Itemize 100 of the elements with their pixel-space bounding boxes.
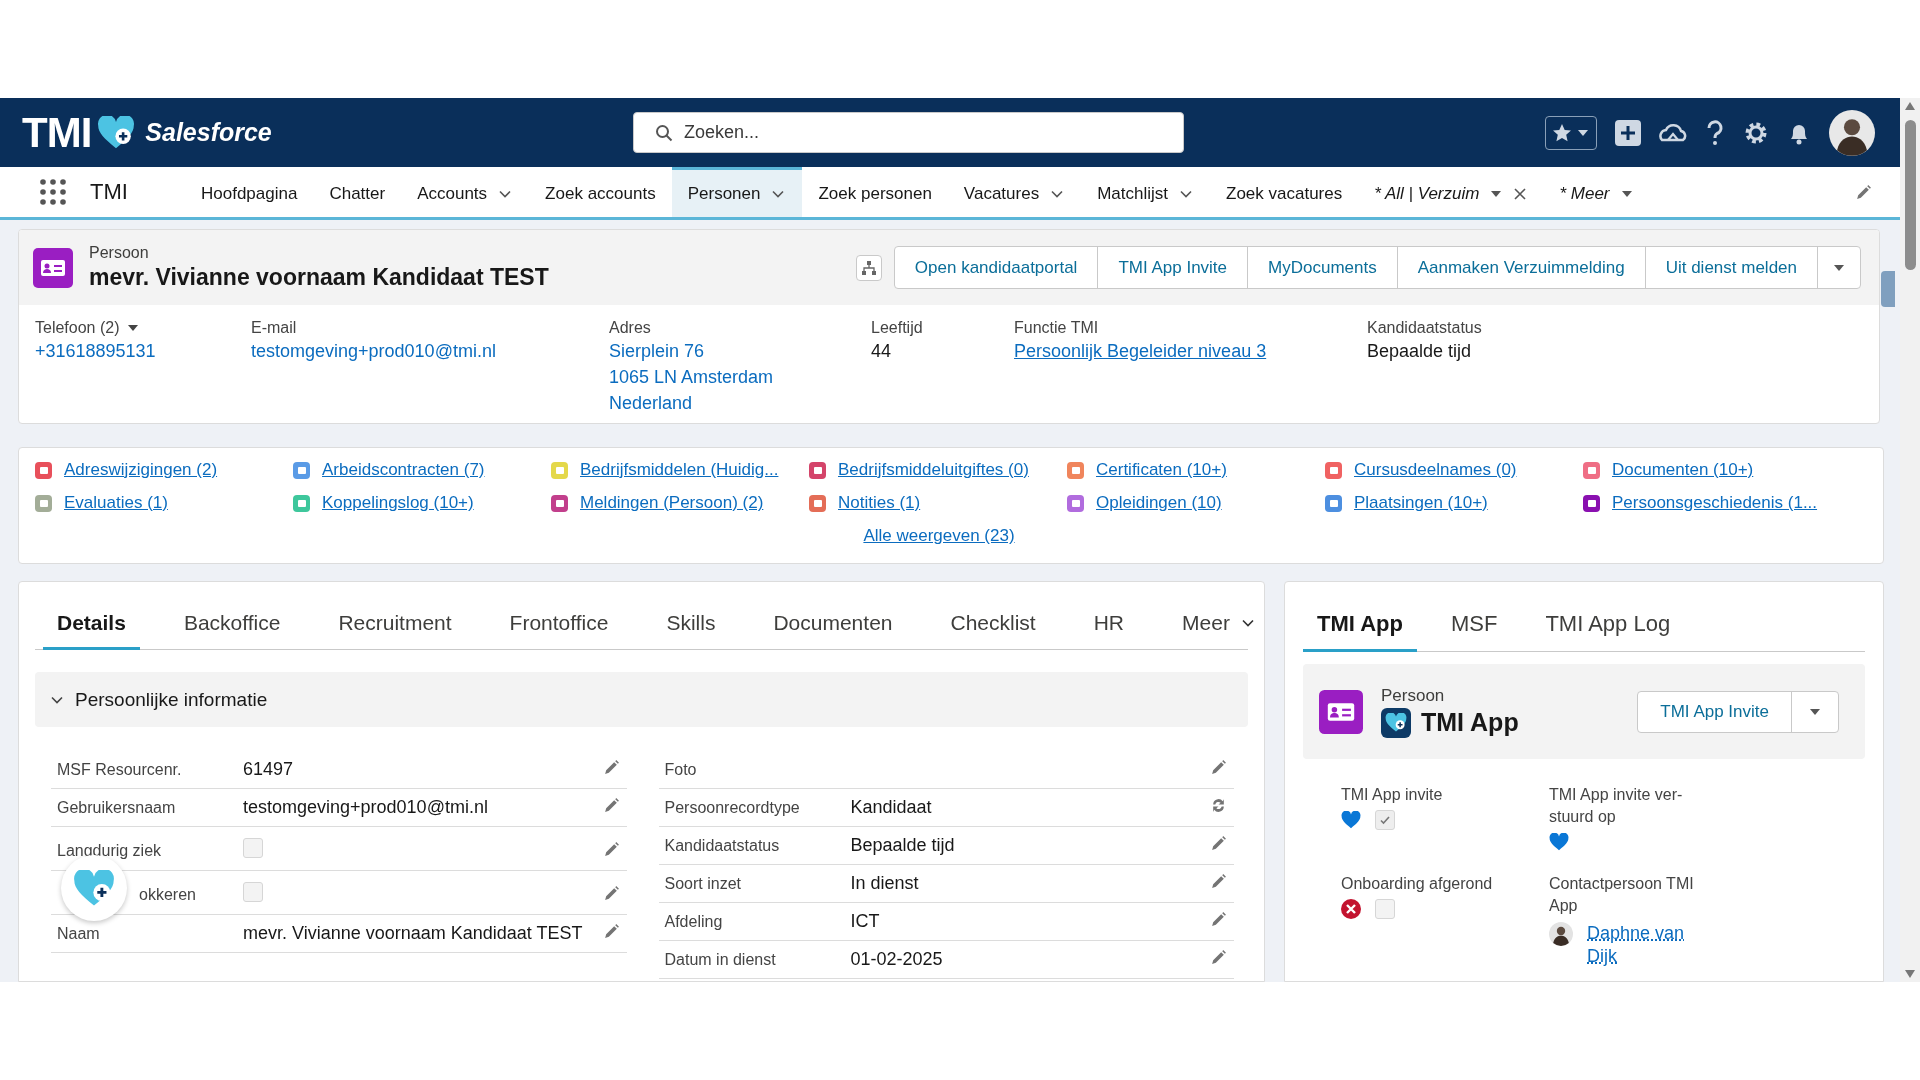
scroll-up-icon[interactable] (1905, 102, 1915, 110)
field-link[interactable]: Sierplein 76 (609, 341, 705, 362)
field-value: testomgeving+prod010@tmi.nl (243, 797, 489, 817)
favorites-button[interactable] (1545, 115, 1597, 150)
checkbox[interactable] (1375, 810, 1395, 831)
nav-tab[interactable]: Chatter (313, 167, 402, 217)
tab[interactable]: Documenten (759, 611, 907, 650)
close-icon[interactable] (1513, 186, 1528, 201)
field-link[interactable]: testomgeving+prod010@tmi.nl (251, 341, 496, 362)
hierarchy-icon (861, 260, 876, 275)
related-list-link[interactable]: Bedrijfsmiddeluitgiftes (0) (838, 460, 1029, 480)
field-label: Kandidaatstatus (1367, 319, 1482, 337)
related-list-link[interactable]: Cursusdeelnames (0) (1354, 460, 1517, 480)
tab[interactable]: Frontoffice (495, 611, 623, 650)
field-value: Bepaalde tijd (1367, 341, 1472, 362)
nav-tab[interactable]: Hoofdpagina (185, 167, 314, 217)
nav-tab[interactable]: Personen (671, 167, 803, 217)
section-header[interactable]: Persoonlijke informatie (35, 672, 1248, 727)
field-label: Kandidaatstatus (664, 836, 780, 855)
nav-tab[interactable]: Zoek accounts (529, 167, 672, 217)
action-button[interactable]: Uit dienst melden (1645, 247, 1818, 288)
user-link[interactable]: Daphne van Dijk (1587, 921, 1697, 969)
pencil-icon[interactable] (602, 841, 620, 858)
related-list-link[interactable]: Arbeidscontracten (7) (322, 460, 485, 480)
related-list-link[interactable]: Notities (1) (838, 493, 921, 513)
action-button[interactable]: Aanmaken Verzuimmelding (1397, 247, 1646, 288)
pencil-icon[interactable] (1210, 835, 1227, 852)
field-value: 44 (871, 341, 892, 362)
heart-plus-icon (73, 869, 115, 907)
related-list-link[interactable]: Plaatsingen (10+) (1354, 493, 1488, 513)
show-all-link[interactable]: Alle weergeven (23) (863, 526, 1015, 545)
star-icon (1552, 122, 1572, 143)
field-value: Bepaalde tijd (850, 835, 956, 855)
pencil-icon[interactable] (1210, 949, 1227, 966)
tab[interactable]: TMI App Log (1531, 611, 1685, 652)
action-button[interactable]: Open kandidaatportal (894, 247, 1099, 288)
nav-tab[interactable]: Zoek personen (802, 167, 948, 217)
checkbox[interactable] (1375, 899, 1395, 920)
pencil-icon[interactable] (602, 759, 620, 776)
field-label: Foto (664, 760, 697, 779)
search-field[interactable]: Zoeken... (633, 112, 1184, 153)
edit-nav-icon[interactable] (1855, 183, 1872, 201)
nav-tab[interactable]: Zoek vacatures (1210, 167, 1359, 217)
help-icon[interactable] (1705, 119, 1725, 146)
related-list-link[interactable]: Certificaten (10+) (1096, 460, 1227, 480)
tab[interactable]: TMI App (1303, 611, 1417, 652)
related-list-link[interactable]: Evaluaties (1) (64, 493, 168, 513)
field-link[interactable]: Persoonlijk Begeleider niveau 3 (1014, 341, 1267, 362)
logo-text: TMI (22, 108, 92, 157)
pencil-icon[interactable] (602, 885, 620, 902)
field-link[interactable]: 1065 LN Amsterdam (609, 367, 774, 388)
user-avatar (1549, 921, 1573, 946)
related-list-link[interactable]: Bedrijfsmiddelen (Huidig... (580, 460, 779, 480)
pencil-icon[interactable] (602, 797, 620, 814)
tab[interactable]: Checklist (936, 611, 1050, 650)
hierarchy-button[interactable] (855, 254, 882, 281)
related-list-link[interactable]: Documenten (10+) (1612, 460, 1754, 480)
tab[interactable]: Recruitment (324, 611, 466, 650)
pencil-icon[interactable] (1210, 911, 1227, 928)
tab[interactable]: Meer (1168, 611, 1270, 650)
nav-tab[interactable]: * Meer (1543, 167, 1650, 217)
field-link[interactable]: +31618895131 (35, 341, 156, 362)
panel-toggle[interactable] (1881, 271, 1895, 307)
field-link[interactable]: Nederland (609, 393, 693, 414)
nav-tab[interactable]: Vacatures (947, 167, 1082, 217)
tab[interactable]: Backoffice (169, 611, 295, 650)
scroll-down-icon[interactable] (1905, 970, 1915, 978)
nav-tab[interactable]: * All | Verzuim (1358, 167, 1544, 217)
contact-card-icon (33, 247, 73, 288)
tab[interactable]: Skills (652, 611, 730, 650)
app-name: TMI (90, 179, 128, 205)
field-label: Soort inzet (664, 874, 741, 893)
nav-tab[interactable]: Matchlijst (1081, 167, 1210, 217)
pencil-icon[interactable] (1210, 759, 1227, 776)
related-list-link[interactable]: Opleidingen (10) (1096, 493, 1222, 513)
app-launcher-icon[interactable] (40, 179, 66, 205)
related-list-link[interactable]: Persoonsgeschiedenis (1... (1612, 493, 1818, 513)
field-label: MSF Resourcenr. (57, 760, 182, 779)
field-label: Langdurig ziek (57, 840, 162, 860)
search-icon (655, 124, 673, 142)
scrollbar[interactable] (1900, 98, 1920, 982)
scrollbar-thumb[interactable] (1905, 120, 1916, 270)
field-value: 61497 (243, 759, 295, 779)
checkbox[interactable] (243, 881, 263, 902)
pencil-icon[interactable] (602, 923, 620, 940)
checkbox[interactable] (243, 837, 263, 858)
related-list-link[interactable]: Adreswijzigingen (2) (64, 460, 218, 480)
tab[interactable]: MSF (1436, 611, 1512, 652)
field-label: TMI App invite ver-stuurd op (1549, 785, 1684, 828)
nav-tab[interactable]: Accounts (401, 167, 530, 217)
related-list-link[interactable]: Meldingen (Persoon) (2) (580, 493, 764, 513)
related-list-link[interactable]: Koppelingslog (10+) (322, 493, 474, 513)
change-record-type-icon[interactable] (1210, 797, 1227, 814)
tab[interactable]: Details (43, 611, 140, 650)
tab[interactable]: HR (1079, 611, 1139, 650)
brand-name: Salesforce (145, 118, 272, 147)
pencil-icon[interactable] (1210, 873, 1227, 890)
action-button[interactable]: MyDocuments (1248, 247, 1398, 288)
add-icon[interactable] (1615, 119, 1641, 146)
action-button[interactable]: TMI App Invite (1098, 247, 1249, 288)
